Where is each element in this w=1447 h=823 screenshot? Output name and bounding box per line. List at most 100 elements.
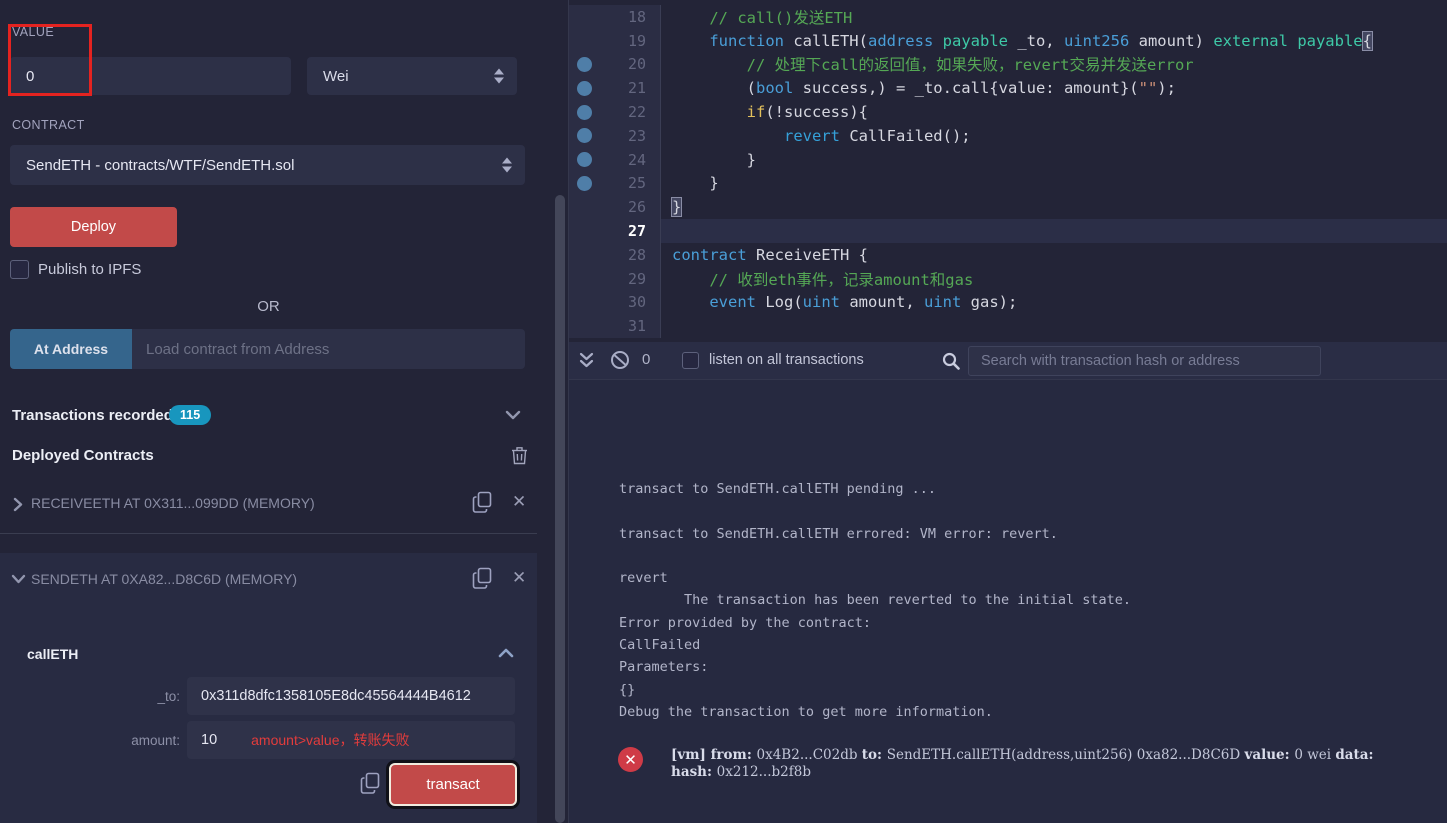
copy-icon[interactable] <box>472 491 493 514</box>
code-text[interactable] <box>661 314 1447 338</box>
main-area: 18 // call()发送ETH 19 function callETH(add… <box>568 0 1447 823</box>
line-number[interactable]: 18 <box>599 8 660 26</box>
code-line-26[interactable]: 26} <box>569 195 1447 220</box>
editor-gutter[interactable]: 30 <box>569 290 661 315</box>
remix-ide-window: VALUE 0 Wei CONTRACT SendETH - contracts… <box>0 0 1447 823</box>
transactions-chevron-down-icon[interactable] <box>505 410 521 420</box>
breakpoint-dot[interactable] <box>576 80 592 96</box>
sendeth-chevron-down-icon[interactable] <box>11 574 26 584</box>
vm-error-entry[interactable]: ✕ [vm] from: 0x4B2...C02db to: SendETH.c… <box>618 747 1374 781</box>
breakpoint-dot[interactable] <box>576 128 592 144</box>
editor-gutter[interactable]: 29 <box>569 266 661 291</box>
code-text[interactable]: revert CallFailed(); <box>661 124 1447 148</box>
code-editor[interactable]: 18 // call()发送ETH 19 function callETH(add… <box>569 0 1447 342</box>
unit-select[interactable]: Wei <box>307 57 517 95</box>
line-number[interactable]: 21 <box>599 79 660 97</box>
line-number[interactable]: 28 <box>599 246 660 264</box>
param-row-amount: amount: 10 amount>value，转账失败 <box>10 721 515 759</box>
clear-console-ban-icon[interactable] <box>610 350 630 370</box>
line-number[interactable]: 19 <box>599 32 660 50</box>
code-text[interactable]: (bool success,) = _to.call{value: amount… <box>661 76 1447 100</box>
line-number[interactable]: 26 <box>599 198 660 216</box>
line-number[interactable]: 30 <box>599 293 660 311</box>
code-line-20[interactable]: 20 // 处理下call的返回值，如果失败，revert交易并发送error <box>569 52 1447 77</box>
code-line-30[interactable]: 30 event Log(uint amount, uint gas); <box>569 290 1447 315</box>
copy-calldata-icon[interactable] <box>360 772 381 795</box>
code-text[interactable]: // 收到eth事件，记录amount和gas <box>661 267 1447 291</box>
listen-all-transactions-checkbox[interactable] <box>682 352 699 369</box>
code-line-27[interactable]: 27 <box>569 219 1447 243</box>
editor-gutter[interactable]: 27 <box>569 219 661 243</box>
deployed-contract-receiveeth[interactable]: RECEIVEETH AT 0X311...099DD (MEMORY) <box>31 495 315 511</box>
code-text[interactable]: } <box>661 148 1447 172</box>
value-input[interactable]: 0 <box>10 57 291 95</box>
code-text[interactable]: // 处理下call的返回值，如果失败，revert交易并发送error <box>661 53 1447 77</box>
line-number[interactable]: 29 <box>599 270 660 288</box>
to-param-input[interactable]: 0x311d8dfc1358105E8dc45564444B4612 <box>187 677 515 715</box>
code-line-23[interactable]: 23 revert CallFailed(); <box>569 123 1447 148</box>
code-text[interactable]: contract ReceiveETH { <box>661 243 1447 267</box>
code-line-24[interactable]: 24 } <box>569 147 1447 172</box>
code-line-21[interactable]: 21 (bool success,) = _to.call{value: amo… <box>569 76 1447 101</box>
breakpoint-dot[interactable] <box>576 56 592 72</box>
panel-scrollbar-thumb[interactable] <box>555 195 565 823</box>
code-line-29[interactable]: 29 // 收到eth事件，记录amount和gas <box>569 266 1447 291</box>
editor-gutter[interactable]: 28 <box>569 242 661 267</box>
deploy-button[interactable]: Deploy <box>10 207 177 247</box>
editor-gutter[interactable]: 21 <box>569 76 661 101</box>
editor-gutter[interactable]: 20 <box>569 52 661 77</box>
line-number[interactable]: 22 <box>599 103 660 121</box>
breakpoint-dot[interactable] <box>576 152 592 168</box>
code-text[interactable]: event Log(uint amount, uint gas); <box>661 291 1447 315</box>
at-address-input[interactable] <box>132 329 525 369</box>
line-number[interactable]: 20 <box>599 55 660 73</box>
code-line-22[interactable]: 22 if (!success){ <box>569 100 1447 124</box>
code-text[interactable]: } <box>661 195 1447 219</box>
breakpoint-dot[interactable] <box>576 104 592 120</box>
editor-gutter[interactable]: 23 <box>569 123 661 148</box>
close-icon[interactable]: ✕ <box>512 494 526 511</box>
code-line-25[interactable]: 25 } <box>569 171 1447 196</box>
expand-terminal-double-chevron-icon[interactable] <box>579 352 594 369</box>
trash-icon[interactable] <box>511 446 528 465</box>
code-text[interactable] <box>661 219 1447 243</box>
editor-gutter[interactable]: 25 <box>569 171 661 196</box>
function-chevron-up-icon[interactable] <box>498 648 514 658</box>
code-line-18[interactable]: 18 // call()发送ETH <box>569 5 1447 29</box>
terminal-search-input[interactable] <box>968 346 1321 376</box>
line-number[interactable]: 27 <box>599 222 660 240</box>
editor-gutter[interactable]: 19 <box>569 28 661 53</box>
publish-ipfs-checkbox[interactable] <box>10 260 29 279</box>
at-address-button[interactable]: At Address <box>10 329 132 369</box>
code-text[interactable]: function callETH(address payable _to, ui… <box>661 29 1447 53</box>
value-label: VALUE <box>12 25 55 39</box>
publish-ipfs-label: Publish to IPFS <box>38 261 142 278</box>
breakpoint-dot[interactable] <box>576 175 592 191</box>
editor-gutter[interactable]: 31 <box>569 314 661 339</box>
editor-gutter[interactable]: 22 <box>569 100 661 124</box>
line-number[interactable]: 31 <box>599 317 660 335</box>
editor-gutter[interactable]: 18 <box>569 5 661 29</box>
line-number[interactable]: 23 <box>599 127 660 145</box>
editor-gutter[interactable]: 24 <box>569 147 661 172</box>
copy-icon[interactable] <box>472 567 493 590</box>
code-text[interactable]: // call()发送ETH <box>661 5 1447 29</box>
terminal-log[interactable]: transact to SendETH.callETH pending ... … <box>569 380 1447 723</box>
code-line-31[interactable]: 31 <box>569 314 1447 339</box>
code-line-19[interactable]: 19 function callETH(address payable _to,… <box>569 28 1447 53</box>
receiveeth-chevron-right-icon[interactable] <box>13 497 23 512</box>
transact-button[interactable]: transact <box>389 763 517 806</box>
select-arrows-icon <box>494 68 504 84</box>
code-line-28[interactable]: 28 contract ReceiveETH { <box>569 242 1447 267</box>
close-icon[interactable]: ✕ <box>512 570 526 587</box>
line-number[interactable]: 25 <box>599 174 660 192</box>
amount-param-input[interactable]: 10 amount>value，转账失败 <box>187 721 515 759</box>
contract-label: CONTRACT <box>12 118 85 132</box>
code-text[interactable]: if (!success){ <box>661 100 1447 124</box>
deployed-contract-sendeth[interactable]: SENDETH AT 0XA82...D8C6D (MEMORY) <box>31 571 297 587</box>
or-divider: OR <box>257 298 280 315</box>
line-number[interactable]: 24 <box>599 151 660 169</box>
editor-gutter[interactable]: 26 <box>569 195 661 220</box>
code-text[interactable]: } <box>661 172 1447 196</box>
contract-select[interactable]: SendETH - contracts/WTF/SendETH.sol <box>10 145 525 185</box>
